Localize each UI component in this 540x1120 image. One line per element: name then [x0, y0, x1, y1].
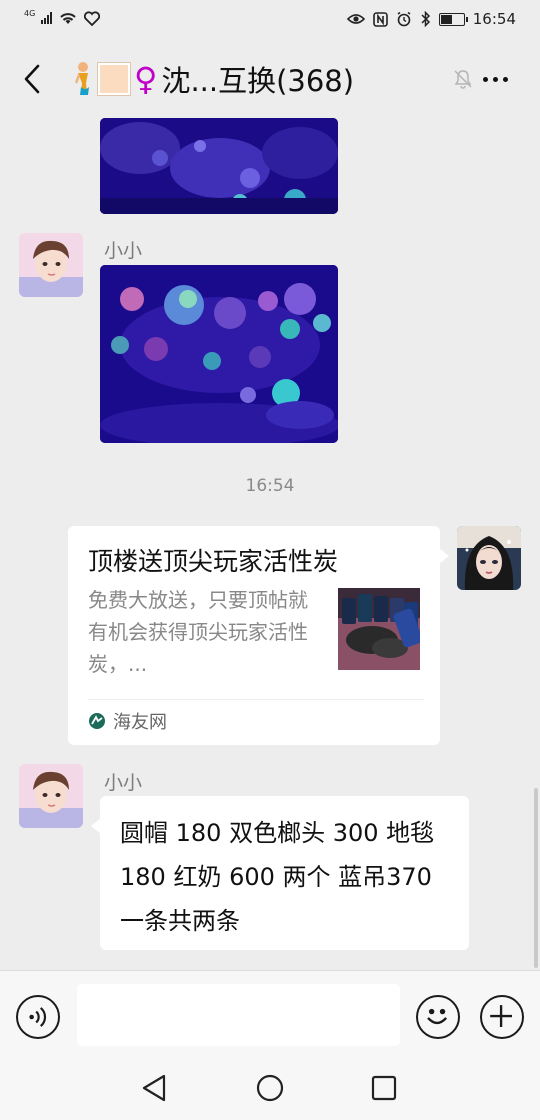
network-type: 4G: [24, 9, 36, 18]
link-card[interactable]: 顶楼送顶尖玩家活性炭 免费大放送，只要顶帖就有机会获得顶尖玩家活性炭，... 海…: [68, 526, 449, 745]
chat-title-text[interactable]: 沈...互换(368): [161, 58, 354, 100]
aquarium-image-1[interactable]: [100, 118, 338, 214]
back-icon[interactable]: [18, 60, 48, 98]
square-emoji-icon: [98, 63, 130, 95]
link-card-source: 海友网: [88, 708, 167, 734]
link-card-source-name: 海友网: [113, 712, 167, 733]
mute-icon: [454, 70, 472, 89]
link-card-divider: [88, 699, 424, 700]
chat-title: ♀ 沈...互换(368): [72, 58, 354, 100]
home-circle-icon[interactable]: [252, 1070, 288, 1106]
status-bar: 4G 16:54: [0, 0, 540, 40]
recents-square-icon[interactable]: [366, 1070, 402, 1106]
plus-icon[interactable]: [480, 995, 524, 1039]
input-bar: [0, 970, 540, 1056]
sender-avatar[interactable]: [19, 764, 83, 828]
heart-icon: [84, 10, 101, 26]
female-sign-icon: ♀: [134, 60, 158, 98]
status-right: 16:54: [346, 10, 516, 28]
nfc-icon: [372, 11, 388, 27]
alarm-icon: [397, 11, 411, 27]
status-time: 16:54: [472, 10, 516, 28]
battery-icon: [438, 12, 468, 26]
eye-icon: [346, 14, 365, 24]
back-triangle-icon[interactable]: [136, 1070, 172, 1106]
signal-icon: [41, 12, 53, 24]
emoji-icon[interactable]: [416, 995, 460, 1039]
more-icon[interactable]: [478, 66, 512, 92]
status-left: 4G: [24, 9, 101, 26]
text-message-bubble[interactable]: 圆帽 180 双色榔头 300 地毯 180 红奶 600 两个 蓝吊370 一…: [91, 796, 469, 950]
system-nav-bar: [0, 1056, 540, 1120]
voice-icon[interactable]: [16, 995, 60, 1039]
aquarium-image-2[interactable]: [100, 265, 338, 443]
source-logo-icon: [89, 713, 105, 729]
wifi-icon: [60, 13, 76, 24]
message-timestamp: 16:54: [245, 476, 295, 496]
bluetooth-icon: [421, 11, 430, 27]
message-input[interactable]: [77, 984, 400, 1046]
person-emoji-icon: [74, 62, 89, 95]
link-card-thumbnail: [338, 588, 420, 670]
my-avatar[interactable]: [457, 526, 521, 590]
scrollbar[interactable]: [534, 788, 538, 968]
sender-name: 小小: [104, 240, 143, 262]
sender-name: 小小: [104, 772, 143, 794]
chat-area[interactable]: 小小 16:54 顶楼送顶尖玩家活性炭 免费大放送，只要顶帖就有机会获得顶尖玩家…: [0, 118, 540, 970]
chat-header: ♀ 沈...互换(368): [0, 40, 540, 118]
link-card-title: 顶楼送顶尖玩家活性炭: [88, 547, 339, 576]
link-card-description: 免费大放送，只要顶帖就有机会获得顶尖玩家活性炭，...: [88, 588, 308, 676]
sender-avatar[interactable]: [19, 233, 83, 297]
